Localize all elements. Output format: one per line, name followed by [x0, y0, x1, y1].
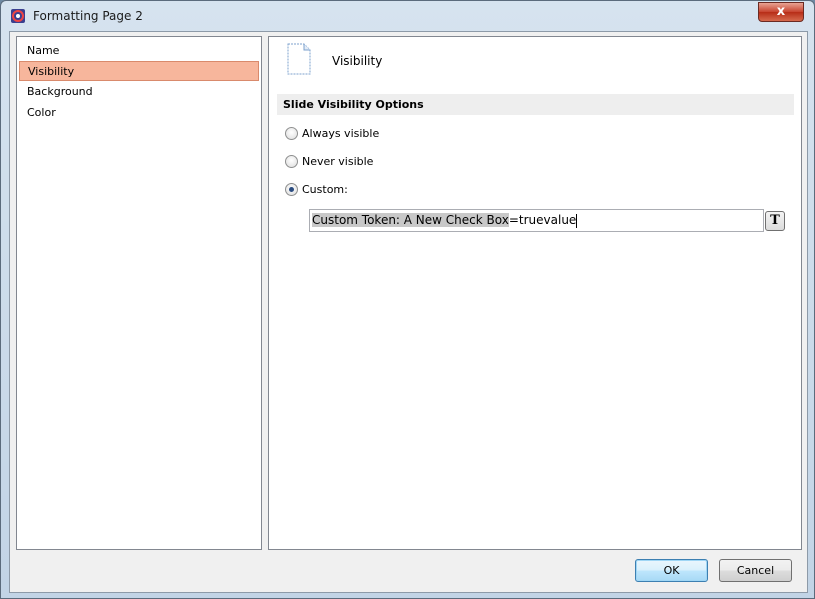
section-header: Slide Visibility Options	[277, 94, 794, 115]
radio-button[interactable]	[285, 154, 298, 168]
ok-button[interactable]: OK	[635, 559, 708, 582]
radio-label: Never visible	[302, 154, 374, 168]
close-button[interactable]: x	[758, 2, 804, 22]
text-token-icon: T	[770, 213, 780, 228]
settings-panel: Visibility Slide Visibility Options Alwa…	[268, 36, 802, 550]
cancel-button[interactable]: Cancel	[719, 559, 792, 582]
radio-custom[interactable]: Custom:	[285, 181, 348, 197]
nav-item-background[interactable]: Background	[19, 82, 259, 102]
radio-button[interactable]	[285, 126, 298, 140]
nav-item-label: Name	[27, 44, 60, 57]
text-caret	[576, 213, 578, 228]
nav-list: Name Visibility Background Color	[16, 36, 262, 550]
close-icon: x	[776, 4, 786, 19]
page-icon	[287, 43, 311, 75]
nav-item-label: Background	[27, 85, 93, 98]
window-title: Formatting Page 2	[33, 9, 143, 23]
radio-button[interactable]	[285, 182, 298, 196]
nav-item-label: Visibility	[28, 65, 75, 78]
radio-always-visible[interactable]: Always visible	[285, 125, 379, 141]
page-title: Visibility	[332, 54, 383, 68]
nav-item-color[interactable]: Color	[19, 103, 259, 123]
app-icon	[11, 9, 25, 23]
nav-item-label: Color	[27, 106, 56, 119]
radio-never-visible[interactable]: Never visible	[285, 153, 373, 169]
insert-token-button[interactable]: T	[765, 211, 785, 231]
radio-label: Custom:	[302, 182, 348, 196]
title-bar[interactable]: Formatting Page 2 x	[1, 1, 814, 31]
nav-item-visibility[interactable]: Visibility	[19, 61, 259, 81]
dialog-client: Name Visibility Background Color Visibil…	[9, 31, 808, 593]
custom-expression-input[interactable]: Custom Token: A New Check Box=truevalue	[309, 209, 764, 232]
selected-text: Custom Token: A New Check Box	[312, 213, 509, 227]
input-text: =truevalue	[508, 213, 577, 227]
radio-label: Always visible	[302, 126, 380, 140]
dialog-window: Formatting Page 2 x Name Visibility Back…	[0, 0, 815, 599]
nav-item-name[interactable]: Name	[19, 41, 259, 61]
